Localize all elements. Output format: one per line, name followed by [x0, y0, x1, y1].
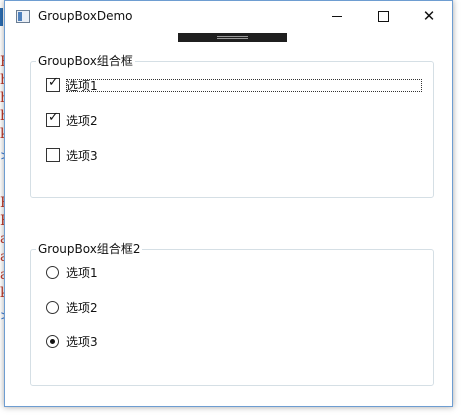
background-window-edge — [0, 8, 3, 26]
checkbox-box[interactable]: ✓ — [46, 75, 60, 92]
checkbox-box[interactable] — [46, 148, 60, 162]
radio-label: 选项2 — [66, 300, 98, 315]
radio-circle[interactable] — [46, 334, 59, 348]
checkmark-icon: ✓ — [48, 75, 59, 90]
checkbox-label: 选项2 — [66, 113, 98, 128]
groupbox-1-header: GroupBox组合框 — [36, 54, 135, 68]
grip-lines-icon — [217, 36, 248, 37]
groupbox-2-header: GroupBox组合框2 — [36, 242, 143, 256]
checkbox-option-2[interactable]: ✓ 选项2 — [46, 110, 98, 128]
focus-rectangle — [66, 79, 422, 92]
radio-label: 选项1 — [66, 265, 98, 280]
close-icon: ✕ — [422, 7, 436, 25]
minimize-icon — [332, 16, 342, 17]
checkbox-label: 选项1 — [66, 78, 98, 93]
window-title: GroupBoxDemo — [38, 9, 133, 23]
checkbox-option-3[interactable]: 选项3 — [46, 147, 98, 163]
minimize-button[interactable] — [314, 1, 360, 32]
checkbox-option-1[interactable]: ✓ 选项1 — [46, 75, 98, 93]
radio-option-1[interactable]: 选项1 — [46, 264, 98, 280]
close-button[interactable]: ✕ — [406, 1, 452, 32]
radio-circle[interactable] — [46, 265, 59, 279]
radio-selected-dot — [50, 338, 55, 344]
resize-grip[interactable] — [178, 33, 287, 42]
checkbox-box[interactable]: ✓ — [46, 110, 60, 127]
radio-circle[interactable] — [46, 300, 59, 314]
radio-option-2[interactable]: 选项2 — [46, 299, 98, 315]
main-window: GroupBoxDemo ✕ GroupBox组合框 ✓ 选项1 ✓ 选项2 选… — [4, 0, 453, 407]
maximize-button[interactable] — [360, 1, 406, 32]
checkbox-label: 选项3 — [66, 148, 98, 163]
radio-label: 选项3 — [66, 334, 98, 349]
radio-option-3[interactable]: 选项3 — [46, 333, 98, 349]
maximize-icon — [377, 11, 389, 22]
title-bar[interactable]: GroupBoxDemo ✕ — [5, 1, 452, 32]
window-app-icon[interactable] — [16, 10, 30, 23]
checkmark-icon: ✓ — [48, 110, 59, 125]
